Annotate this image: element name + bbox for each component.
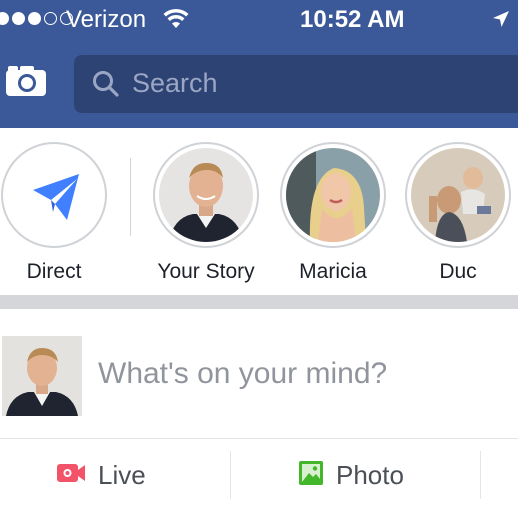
search-bar[interactable]: Search [74,55,518,113]
paper-plane-icon [7,148,101,242]
camera-icon [6,66,46,96]
section-gap [0,295,518,309]
story-direct[interactable]: Direct [0,142,114,284]
status-bar: Verizon 10:52 AM [0,0,518,40]
search-icon [92,70,120,103]
composer-actions: Live Photo [0,439,518,512]
story-label: Duc [439,260,477,283]
photo-icon [298,460,324,491]
story-label: Direct [26,260,82,283]
story-label: Your Story [157,260,255,283]
action-divider [480,451,481,499]
search-input[interactable]: Search [132,68,218,99]
user-avatar[interactable] [2,336,82,416]
live-label: Live [98,460,146,490]
maricia-avatar [286,148,380,242]
story-maricia[interactable]: Maricia [273,142,393,284]
live-video-icon [56,462,86,489]
post-composer[interactable]: What's on your mind? [0,309,518,439]
story-your-story[interactable]: Your Story [146,142,266,284]
stories-row: Direct Your Story Maricia Duc [0,128,518,295]
top-header: Verizon 10:52 AM Search [0,0,518,128]
live-button[interactable]: Live [56,439,146,512]
camera-button[interactable] [4,64,50,100]
story-duc[interactable]: Duc [398,142,518,284]
stories-divider [130,158,131,236]
photo-label: Photo [336,460,404,490]
your-story-avatar [159,148,253,242]
location-arrow-icon [492,10,510,33]
photo-button[interactable]: Photo [298,439,404,512]
action-divider [230,451,231,499]
wifi-icon [163,8,189,35]
signal-strength-icon [0,12,73,25]
carrier-name: Verizon [66,6,147,33]
status-input[interactable]: What's on your mind? [98,357,387,391]
story-label: Maricia [299,260,367,283]
clock: 10:52 AM [300,6,405,33]
duc-avatar [411,148,505,242]
